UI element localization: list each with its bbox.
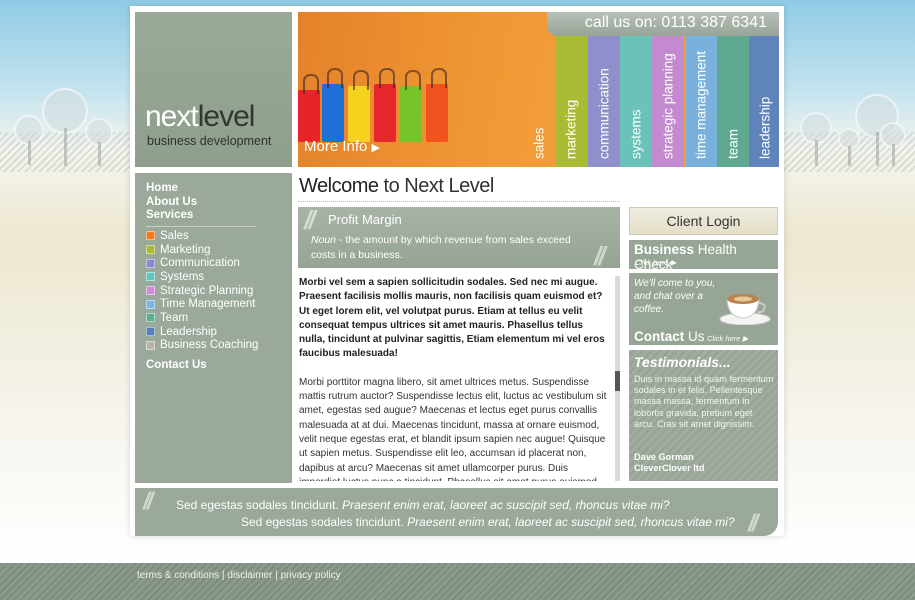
banner-nav-sales[interactable]: sales [523, 36, 555, 167]
testimonials-box: Testimonials... Duis in massa id quam fe… [629, 350, 778, 481]
services-list: Sales Marketing Communication Systems Strate… [146, 229, 258, 352]
open-quote-icon: // [304, 205, 316, 235]
sidebar-item-business-coaching[interactable]: Business Coaching [146, 339, 258, 353]
arrow-right-icon: ▶ [371, 142, 381, 154]
sidebar-item-label: Leadership [160, 325, 217, 338]
color-swatch-icon [146, 258, 155, 268]
brand-name: nextlevel [145, 100, 255, 133]
sidebar-item-label: Strategic Planning [160, 284, 254, 297]
body-paragraph: Morbi porttitor magna libero, sit amet u… [299, 376, 607, 481]
nav-services[interactable]: Services [146, 209, 256, 223]
banner-nav-label: communication [596, 68, 612, 159]
color-swatch-icon [146, 286, 155, 296]
shopping-bags-image [298, 62, 458, 142]
nav-about-us[interactable]: About Us [146, 196, 256, 210]
tree-icon [42, 88, 88, 166]
open-quote-icon: // [143, 488, 153, 515]
sidebar-item-systems[interactable]: Systems [146, 270, 258, 284]
banner-nav-label: team [725, 128, 741, 159]
arrow-right-icon: ▶ [742, 334, 749, 343]
definition-text: Noun - the amount by which revenue from … [311, 234, 571, 261]
hero-banner: More Info ▶ sales marketing communication s… [298, 12, 779, 167]
brand-tagline: business development [147, 134, 272, 148]
testimonials-title: Testimonials... [634, 354, 731, 370]
contact-us-title: Contact Us [634, 329, 705, 344]
sidebar-item-label: Communication [160, 257, 240, 270]
quote-banner: // Sed egestas sodales tincidunt. Praese… [135, 488, 778, 537]
sidebar-nav: Home About Us Services Sales Marketing Com… [135, 173, 292, 483]
color-swatch-icon [146, 327, 155, 337]
definition-title: Profit Margin [328, 212, 402, 227]
sidebar-item-marketing[interactable]: Marketing [146, 243, 258, 257]
scrollbar[interactable] [615, 276, 620, 481]
quote-line-1: Sed egestas sodales tincidunt. Praesent … [176, 498, 670, 512]
nav-contact-us[interactable]: Contact Us [146, 359, 207, 373]
color-swatch-icon [146, 245, 155, 255]
click-here-link[interactable]: Click here ▶ [707, 334, 748, 343]
banner-nav-label: marketing [563, 99, 579, 159]
page-title: Welcome to Next Level [299, 175, 494, 197]
color-swatch-icon [146, 231, 155, 241]
sidebar-item-label: Team [160, 311, 189, 324]
testimonial-author: Dave Gorman CleverClover ltd [634, 452, 705, 474]
coffee-text: We'll come to you, and chat over a coffe… [634, 278, 716, 315]
contact-us-promo[interactable]: We'll come to you, and chat over a coffe… [629, 273, 778, 345]
sidebar-item-leadership[interactable]: Leadership [146, 325, 258, 339]
tree-icon [14, 115, 44, 165]
sidebar-item-sales[interactable]: Sales [146, 229, 258, 243]
color-swatch-icon [146, 340, 155, 350]
sidebar-item-label: Time Management [160, 298, 256, 311]
privacy-policy-link[interactable]: privacy policy [281, 570, 341, 581]
color-swatch-icon [146, 272, 155, 282]
separator: | [272, 570, 281, 581]
banner-nav-label: leadership [757, 96, 773, 159]
testimonial-text: Duis in massa id quam fermentum sodales … [634, 374, 774, 429]
phone-number: call us on: 0113 387 6341 [547, 12, 779, 36]
logo[interactable]: nextlevel business development [135, 12, 292, 167]
color-swatch-icon [146, 299, 155, 309]
scrollbar-thumb[interactable] [615, 371, 620, 391]
sidebar-item-team[interactable]: Team [146, 311, 258, 325]
close-quote-icon: // [748, 510, 758, 537]
intro-paragraph: Morbi vel sem a sapien sollicitudin soda… [299, 277, 605, 360]
main-content: Morbi vel sem a sapien sollicitudin soda… [299, 276, 609, 481]
click-here-link[interactable]: Click here ▶ [635, 258, 676, 267]
sidebar-item-label: Systems [160, 270, 205, 283]
definition-box: // Profit Margin Noun - the amount by wh… [298, 205, 620, 271]
footer [0, 563, 915, 600]
banner-nav-label: strategic planning [660, 53, 676, 159]
sidebar-item-label: Marketing [160, 243, 211, 256]
tree-icon [880, 122, 906, 166]
sidebar-item-label: Sales [160, 229, 189, 242]
divider [298, 201, 620, 202]
sidebar-item-communication[interactable]: Communication [146, 256, 258, 270]
nav-home[interactable]: Home [146, 182, 256, 196]
terms-link[interactable]: terms & conditions [137, 570, 219, 581]
client-login-button[interactable]: Client Login [629, 207, 778, 235]
banner-nav-label: time management [693, 50, 709, 159]
banner-nav-label: systems [628, 109, 644, 159]
tree-icon [800, 112, 832, 166]
divider [146, 225, 256, 227]
health-check-button[interactable]: Business Health Check Click here ▶ [629, 240, 778, 269]
sidebar-item-strategic-planning[interactable]: Strategic Planning [146, 284, 258, 298]
quote-line-2: Sed egestas sodales tincidunt. Praesent … [241, 515, 735, 529]
arrow-right-icon: ▶ [670, 258, 677, 267]
footer-links: terms & conditions | disclaimer | privac… [137, 570, 341, 581]
more-info-link[interactable]: More Info ▶ [304, 138, 380, 155]
sidebar-item-time-management[interactable]: Time Management [146, 297, 258, 311]
close-quote-icon: // [594, 241, 606, 271]
coffee-cup-icon [719, 294, 771, 325]
color-swatch-icon [146, 313, 155, 323]
sidebar-item-label: Business Coaching [160, 339, 259, 352]
banner-nav-label: sales [531, 127, 547, 159]
disclaimer-link[interactable]: disclaimer [227, 570, 272, 581]
tree-icon [85, 118, 113, 166]
